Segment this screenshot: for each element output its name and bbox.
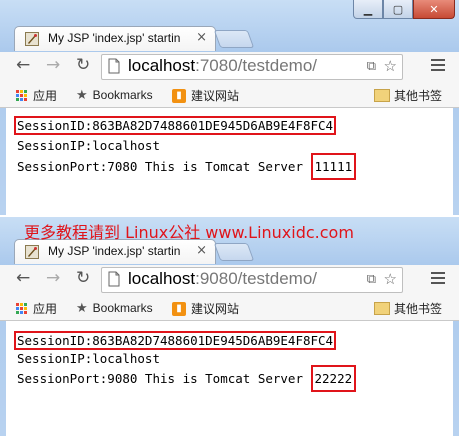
page-content: SessionID:863BA82D7488601DE945D6AB9E4F8F… (6, 108, 453, 212)
url-text: localhost:9080/testdemo/ (128, 269, 318, 288)
minimize-icon: ▁ (363, 2, 373, 16)
browser-window-7080: ▁ ▢ ✕ My JSP 'index.jsp' startin × ← → ↻… (0, 0, 459, 215)
bookmarks-bar: 应用 ★ Bookmarks ▮ 建议网站 其他书签 (0, 82, 459, 108)
tab-close-icon[interactable]: × (196, 243, 207, 258)
session-id-line: SessionID:863BA82D7488601DE945D6AB9E4F8F… (14, 331, 337, 350)
bookmark-suggested-sites[interactable]: ▮ 建议网站 (172, 87, 239, 104)
maximize-button[interactable]: ▢ (383, 0, 413, 19)
bookmarks-bar: 应用 ★ Bookmarks ▮ 建议网站 其他书签 (0, 295, 459, 321)
tab-title: My JSP 'index.jsp' startin (48, 244, 181, 258)
apps-grid-icon (16, 90, 27, 101)
page-favicon-icon (25, 245, 39, 259)
reload-icon[interactable]: ↻ (76, 55, 90, 75)
page-favicon-icon (25, 32, 39, 46)
session-ip-line: SessionIP:localhost (17, 351, 160, 366)
hamburger-menu-icon[interactable] (431, 269, 445, 287)
title-bar: ▁ ▢ ✕ My JSP 'index.jsp' startin × (0, 0, 459, 56)
bookmark-bookmarks[interactable]: ★ Bookmarks (76, 87, 153, 103)
reload-icon[interactable]: ↻ (76, 268, 90, 288)
server-id-highlight: 11111 (310, 153, 357, 180)
bookmark-other[interactable]: 其他书签 (374, 87, 442, 104)
maximize-icon: ▢ (392, 2, 404, 16)
url-text: localhost:7080/testdemo/ (128, 56, 318, 75)
bookmark-apps[interactable]: 应用 (16, 300, 57, 317)
browser-tab[interactable]: My JSP 'index.jsp' startin × (14, 26, 216, 51)
star-icon[interactable]: ☆ (384, 270, 397, 288)
watermark-text: 更多教程请到 Linux公社 www.Linuxidc.com (24, 223, 354, 242)
page-icon (108, 271, 120, 287)
new-tab-button[interactable] (213, 243, 255, 261)
suggested-sites-icon: ▮ (172, 88, 186, 103)
suggested-sites-icon: ▮ (172, 301, 186, 316)
session-id-highlight: SessionID:863BA82D7488601DE945D6AB9E4F8F… (14, 331, 337, 350)
close-icon: ✕ (429, 2, 439, 16)
session-port-line: SessionPort:7080 This is Tomcat Server 1… (17, 153, 357, 180)
hamburger-menu-icon[interactable] (431, 56, 445, 74)
arrow-left-icon[interactable]: ← (16, 55, 30, 75)
close-window-button[interactable]: ✕ (413, 0, 455, 19)
star-filled-icon: ★ (76, 300, 88, 315)
session-ip-line: SessionIP:localhost (17, 138, 160, 153)
translate-icon[interactable]: ⧉ (367, 272, 376, 287)
bookmark-other[interactable]: 其他书签 (374, 300, 442, 317)
browser-window-9080: My JSP 'index.jsp' startin × ← → ↻ local… (0, 217, 459, 436)
window-controls: ▁ ▢ ✕ (353, 0, 455, 20)
folder-icon (374, 89, 390, 102)
bookmark-bookmarks[interactable]: ★ Bookmarks (76, 300, 153, 316)
server-id-highlight: 22222 (310, 365, 357, 392)
minimize-button[interactable]: ▁ (353, 0, 383, 19)
arrow-left-icon[interactable]: ← (16, 268, 30, 288)
page-content: SessionID:863BA82D7488601DE945D6AB9E4F8F… (6, 321, 453, 434)
session-id-line: SessionID:863BA82D7488601DE945D6AB9E4F8F… (14, 116, 337, 135)
apps-grid-icon (16, 303, 27, 314)
tab-title: My JSP 'index.jsp' startin (48, 31, 181, 45)
arrow-right-icon[interactable]: → (46, 268, 60, 288)
address-bar[interactable]: localhost:7080/testdemo/ ⧉ ☆ (101, 54, 403, 80)
page-icon (108, 58, 120, 74)
new-tab-button[interactable] (213, 30, 255, 48)
session-port-line: SessionPort:9080 This is Tomcat Server 2… (17, 365, 357, 392)
browser-toolbar: ← → ↻ localhost:7080/testdemo/ ⧉ ☆ (0, 52, 459, 82)
arrow-right-icon[interactable]: → (46, 55, 60, 75)
tab-close-icon[interactable]: × (196, 30, 207, 45)
folder-icon (374, 302, 390, 315)
session-id-highlight: SessionID:863BA82D7488601DE945D6AB9E4F8F… (14, 116, 337, 135)
bookmark-apps[interactable]: 应用 (16, 87, 57, 104)
star-filled-icon: ★ (76, 87, 88, 102)
browser-toolbar: ← → ↻ localhost:9080/testdemo/ ⧉ ☆ (0, 265, 459, 295)
bookmark-suggested-sites[interactable]: ▮ 建议网站 (172, 300, 239, 317)
star-icon[interactable]: ☆ (384, 57, 397, 75)
address-bar[interactable]: localhost:9080/testdemo/ ⧉ ☆ (101, 267, 403, 293)
translate-icon[interactable]: ⧉ (367, 59, 376, 74)
